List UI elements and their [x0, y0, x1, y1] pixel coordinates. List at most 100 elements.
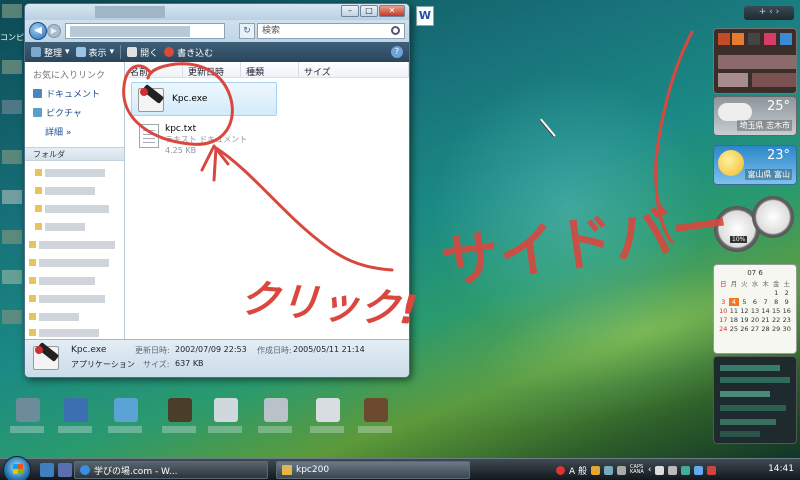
tray-expand-icon[interactable]: ‹: [648, 465, 652, 475]
calendar-day[interactable]: 27: [750, 325, 761, 333]
calendar-day[interactable]: 29: [771, 325, 782, 333]
open-button[interactable]: 開く: [127, 46, 158, 59]
more-links[interactable]: 詳細 »: [25, 119, 124, 138]
word-document-icon[interactable]: W: [416, 6, 434, 26]
details-size-label: サイズ:: [143, 360, 170, 369]
kpc-app-icon: [136, 84, 166, 114]
taskbar-task-folder[interactable]: kpc200: [276, 461, 470, 479]
antivirus-icon[interactable]: [707, 465, 717, 475]
calendar-day[interactable]: 10: [718, 307, 729, 315]
calendar-day: [718, 289, 729, 297]
organize-button[interactable]: 整理 ▾: [31, 46, 70, 59]
details-created-label: 作成日時:: [257, 346, 292, 355]
sidebar-controls[interactable]: + ‹ ›: [744, 6, 794, 20]
refresh-icon[interactable]: ↻: [239, 23, 255, 39]
calendar-day[interactable]: 24: [718, 325, 729, 333]
minimize-button[interactable]: –: [341, 5, 359, 17]
calendar-day[interactable]: 7: [760, 298, 771, 306]
calendar-day[interactable]: 18: [729, 316, 740, 324]
slideshow-gadget[interactable]: [713, 28, 797, 94]
organize-icon: [31, 47, 41, 57]
maximize-button[interactable]: □: [360, 5, 378, 17]
task-label: 学びの場.com - W...: [94, 466, 178, 477]
calendar-day[interactable]: 1: [771, 289, 782, 297]
calendar-day[interactable]: 15: [771, 307, 782, 315]
calendar-day[interactable]: 21: [760, 316, 771, 324]
views-button[interactable]: 表示 ▾: [75, 46, 114, 59]
calendar-weekday: 日: [720, 280, 727, 288]
weather-gadget-1[interactable]: 25° 埼玉県 志木市: [713, 96, 797, 136]
column-modified[interactable]: 更新日時: [183, 62, 241, 78]
blurred-path: [70, 26, 190, 37]
folders-header[interactable]: フォルダ: [25, 147, 124, 161]
clock[interactable]: 14:41: [768, 464, 794, 474]
ime-icon[interactable]: [556, 465, 565, 475]
show-desktop-icon[interactable]: [40, 463, 54, 477]
forward-button[interactable]: ▶: [47, 24, 61, 38]
cpu-meter-gadget[interactable]: 10%: [712, 196, 798, 254]
taskbar: 学びの場.com - W... kpc200 A 般 CAPS KANA ‹ 1…: [0, 456, 800, 480]
close-button[interactable]: ✕: [379, 5, 405, 17]
calendar-day[interactable]: 28: [760, 325, 771, 333]
calendar-day[interactable]: 2: [781, 289, 792, 297]
calendar-day[interactable]: 6: [750, 298, 761, 306]
calendar-day[interactable]: 14: [760, 307, 771, 315]
file-item-kpc-txt[interactable]: kpc.txt テキスト ドキュメント 4.25 KB: [131, 122, 251, 156]
start-button[interactable]: [3, 456, 31, 480]
feed-gadget[interactable]: [713, 356, 797, 444]
calendar-day[interactable]: 3: [718, 298, 729, 306]
switch-windows-icon[interactable]: [58, 463, 72, 477]
calendar-day[interactable]: 19: [739, 316, 750, 324]
ime-mode[interactable]: A 般: [569, 464, 587, 477]
calendar-day[interactable]: 12: [739, 307, 750, 315]
calendar-day[interactable]: 20: [750, 316, 761, 324]
calendar-grid[interactable]: 日月火水木金土 1 2 3 4 5 6 7 8 9 10 11 12 13 14 15 16 17 18 19 20 21…: [714, 277, 796, 334]
favorite-documents[interactable]: ドキュメント: [25, 81, 124, 100]
search-icon[interactable]: [391, 26, 400, 35]
calendar-day[interactable]: 25: [729, 325, 740, 333]
details-size: 637 KB: [175, 359, 204, 368]
volume-icon[interactable]: [694, 465, 704, 475]
folders-label: フォルダ: [33, 150, 65, 159]
weather-place: 埼玉県 志木市: [737, 120, 792, 131]
folder-tree[interactable]: [25, 161, 124, 341]
weather-place: 富山県 富山: [745, 169, 792, 180]
calendar-day[interactable]: 11: [729, 307, 740, 315]
back-button[interactable]: ◀: [29, 22, 47, 40]
calendar-day[interactable]: 22: [771, 316, 782, 324]
window-titlebar[interactable]: – □ ✕: [25, 4, 409, 20]
column-type[interactable]: 種類: [241, 62, 299, 78]
calendar-day[interactable]: 8: [771, 298, 782, 306]
file-item-kpc-exe[interactable]: Kpc.exe: [131, 82, 277, 116]
calendar-day[interactable]: 9: [781, 298, 792, 306]
help-tray-icon[interactable]: [617, 465, 627, 475]
search-input[interactable]: 検索: [257, 23, 405, 39]
calendar-day[interactable]: 16: [781, 307, 792, 315]
sync-icon[interactable]: [668, 465, 678, 475]
calendar-day[interactable]: 5: [739, 298, 750, 306]
calendar-day[interactable]: 30: [781, 325, 792, 333]
calendar-day[interactable]: 13: [750, 307, 761, 315]
calendar-day[interactable]: 23: [781, 316, 792, 324]
calendar-gadget[interactable]: 07 6 日月火水木金土 1 2 3 4 5 6 7 8 9 10 11 12 13 14 15 16 17 18 1…: [713, 264, 797, 354]
ime-tool-icon[interactable]: [591, 465, 601, 475]
favorite-pictures[interactable]: ピクチャ: [25, 100, 124, 119]
file-name: Kpc.exe: [172, 94, 208, 104]
burn-button[interactable]: 書き込む: [164, 46, 213, 59]
column-size[interactable]: サイズ: [299, 62, 409, 78]
views-icon: [75, 47, 86, 57]
address-field[interactable]: [65, 23, 225, 39]
help-icon[interactable]: ?: [391, 46, 403, 58]
network-icon[interactable]: [655, 465, 665, 475]
calendar-day: [729, 289, 740, 297]
calendar-day[interactable]: 26: [739, 325, 750, 333]
column-name[interactable]: 名前: [125, 62, 183, 78]
weather-gadget-2[interactable]: 23° 富山県 富山: [713, 145, 797, 185]
security-icon[interactable]: [681, 465, 691, 475]
calendar-day[interactable]: 4: [728, 298, 740, 306]
calendar-day[interactable]: 17: [718, 316, 729, 324]
calendar-day: [760, 289, 771, 297]
taskbar-task-ie[interactable]: 学びの場.com - W...: [74, 461, 268, 479]
folder-icon: [282, 465, 292, 475]
ime-dict-icon[interactable]: [604, 465, 614, 475]
